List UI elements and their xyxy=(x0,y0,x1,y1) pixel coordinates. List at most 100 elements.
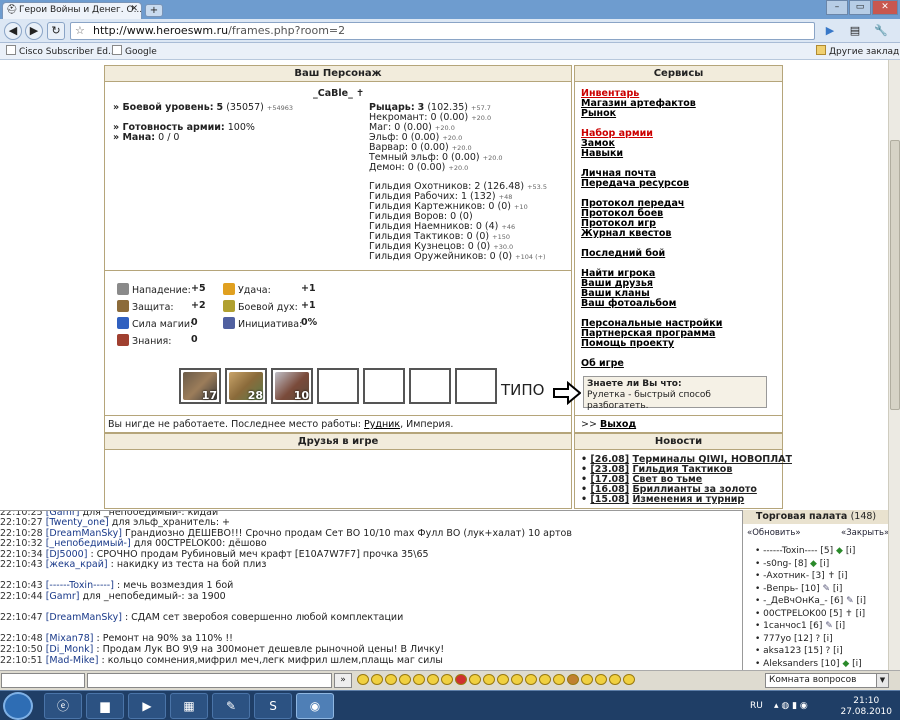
service-link[interactable]: Передача ресурсов xyxy=(581,178,689,189)
work-place-link[interactable]: Рудник xyxy=(364,419,400,430)
chat-message-input[interactable] xyxy=(87,673,332,688)
info-icon[interactable]: [i] xyxy=(838,571,848,581)
media-player-icon[interactable]: ▶ xyxy=(128,693,166,719)
army-slot-2[interactable]: 28 xyxy=(225,368,267,404)
info-icon[interactable]: [i] xyxy=(852,659,862,669)
smiley-icon[interactable] xyxy=(595,674,607,685)
tray-icons[interactable]: ▴ ◍ ▮ ◉ xyxy=(774,701,808,711)
page-scrollbar[interactable] xyxy=(888,60,900,510)
other-bookmarks[interactable]: Другие закладки xyxy=(816,45,900,57)
info-icon[interactable]: [i] xyxy=(856,609,866,619)
service-link[interactable]: Журнал квестов xyxy=(581,228,671,239)
close-link[interactable]: «Закрыть» xyxy=(841,528,888,538)
smiley-icon[interactable] xyxy=(553,674,565,685)
army-slot-5[interactable] xyxy=(363,368,405,404)
info-icon[interactable]: [i] xyxy=(846,546,856,556)
smiley-icon[interactable] xyxy=(455,674,467,685)
info-icon[interactable]: [i] xyxy=(833,646,843,656)
smiley-icon[interactable] xyxy=(385,674,397,685)
chat-nick[interactable]: [Di_Monk] xyxy=(46,644,94,655)
chat-nick[interactable]: [DreamManSky] xyxy=(46,612,122,623)
smiley-icon[interactable] xyxy=(371,674,383,685)
trade-user[interactable]: • ------Toxin---- [5] ◆ [i] xyxy=(755,546,855,556)
smiley-icon[interactable] xyxy=(357,674,369,685)
smiley-icon[interactable] xyxy=(567,674,579,685)
smiley-icon[interactable] xyxy=(483,674,495,685)
scrollbar-thumb[interactable] xyxy=(890,140,900,410)
skype-icon[interactable]: S xyxy=(254,693,292,719)
explorer-folder-icon[interactable]: ▆ xyxy=(86,693,124,719)
chat-scrollbar[interactable] xyxy=(888,510,900,670)
service-link[interactable]: Последний бой xyxy=(581,248,665,259)
smiley-icon[interactable] xyxy=(581,674,593,685)
info-icon[interactable]: [i] xyxy=(823,634,833,644)
new-tab-button[interactable]: + xyxy=(145,4,163,17)
info-icon[interactable]: [i] xyxy=(836,621,846,631)
army-slot-4[interactable] xyxy=(317,368,359,404)
smiley-icon[interactable] xyxy=(623,674,635,685)
minimize-icon[interactable]: – xyxy=(826,0,848,15)
smiley-icon[interactable] xyxy=(399,674,411,685)
room-select[interactable]: Комната вопросов ▼ xyxy=(765,673,889,688)
go-play-icon[interactable]: ▶ xyxy=(821,23,839,39)
trade-user[interactable]: • Aleksanders [10] ◆ [i] xyxy=(755,659,862,669)
trade-user[interactable]: • -Вепрь- [10] ✎ [i] xyxy=(755,584,842,594)
character-name[interactable]: _CaBle_ ✝ xyxy=(313,88,364,99)
smiley-icon[interactable] xyxy=(525,674,537,685)
address-bar[interactable]: ☆ http://www.heroeswm.ru/frames.php?room… xyxy=(70,22,815,40)
forward-arrow-icon[interactable]: ▶ xyxy=(25,22,43,40)
wrench-icon[interactable]: 🔧 xyxy=(872,23,890,39)
info-icon[interactable]: [i] xyxy=(857,596,867,606)
army-slot-6[interactable] xyxy=(409,368,451,404)
trade-user[interactable]: • 1санчос1 [6] ✎ [i] xyxy=(755,621,845,631)
chat-nick[interactable]: [Twenty_one] xyxy=(46,517,109,528)
star-icon[interactable]: ☆ xyxy=(75,24,85,37)
smiley-icon[interactable] xyxy=(441,674,453,685)
back-arrow-icon[interactable]: ◀ xyxy=(4,22,22,40)
service-link[interactable]: Помощь проекту xyxy=(581,338,674,349)
service-link[interactable]: Рынок xyxy=(581,108,616,119)
smiley-icon[interactable] xyxy=(469,674,481,685)
start-button[interactable] xyxy=(3,692,33,720)
close-tab-icon[interactable]: ✕ xyxy=(130,4,138,14)
smiley-icon[interactable] xyxy=(427,674,439,685)
smiley-icon[interactable] xyxy=(497,674,509,685)
army-slot-7[interactable] xyxy=(455,368,497,404)
trade-user[interactable]: • -Ахотник- [3] ✝ [i] xyxy=(755,571,848,581)
trade-user[interactable]: • -_ДеВчОнКа_- [6] ✎ [i] xyxy=(755,596,866,606)
close-window-icon[interactable]: ✕ xyxy=(872,0,898,15)
bookmark-cisco[interactable]: Cisco Subscriber Ed... xyxy=(6,45,117,57)
chat-nick[interactable]: [Mad-Mike] xyxy=(46,655,99,666)
reload-icon[interactable]: ↻ xyxy=(47,22,65,40)
news-item[interactable]: • [15.08] Изменения и турнир xyxy=(581,494,744,505)
trade-user[interactable]: • -s0ng- [8] ◆ [i] xyxy=(755,559,829,569)
army-slot-3[interactable]: 10 xyxy=(271,368,313,404)
trade-user[interactable]: • 00CTPELOK00 [5] ✝ [i] xyxy=(755,609,865,619)
browser-tab[interactable]: ⛑ Герои Войны и Денег. О... ✕ xyxy=(2,2,142,19)
smiley-icon[interactable] xyxy=(609,674,621,685)
chat-nick[interactable]: [Gamr] xyxy=(46,591,80,602)
army-slot-1[interactable]: 17 xyxy=(179,368,221,404)
info-icon[interactable]: [i] xyxy=(820,559,830,569)
language-indicator[interactable]: RU xyxy=(750,701,763,711)
calculator-icon[interactable]: ▦ xyxy=(170,693,208,719)
chat-recipient-input[interactable] xyxy=(1,673,85,688)
trade-user[interactable]: • aksa123 [15] ? [i] xyxy=(755,646,843,656)
clock[interactable]: 21:10 27.08.2010 xyxy=(840,696,892,718)
exit-link[interactable]: Выход xyxy=(600,419,636,430)
paint-icon[interactable]: ✎ xyxy=(212,693,250,719)
refresh-link[interactable]: «Обновить» xyxy=(747,528,801,538)
ie-icon[interactable]: ⓔ xyxy=(44,693,82,719)
trade-user[interactable]: • 777yo [12] ? [i] xyxy=(755,634,833,644)
info-icon[interactable]: [i] xyxy=(833,584,843,594)
chat-nick[interactable]: [------Toxin-----] xyxy=(46,580,114,591)
service-link[interactable]: Ваш фотоальбом xyxy=(581,298,676,309)
bookmark-google[interactable]: Google xyxy=(112,45,157,57)
smiley-icon[interactable] xyxy=(413,674,425,685)
chat-nick[interactable]: [_непобедимый-] xyxy=(46,538,131,549)
maximize-icon[interactable]: ▭ xyxy=(849,0,871,15)
smiley-icon[interactable] xyxy=(539,674,551,685)
service-link[interactable]: Об игре xyxy=(581,358,624,369)
chat-send-button[interactable]: » xyxy=(334,673,352,688)
chat-nick[interactable]: [жека_край] xyxy=(46,559,108,570)
